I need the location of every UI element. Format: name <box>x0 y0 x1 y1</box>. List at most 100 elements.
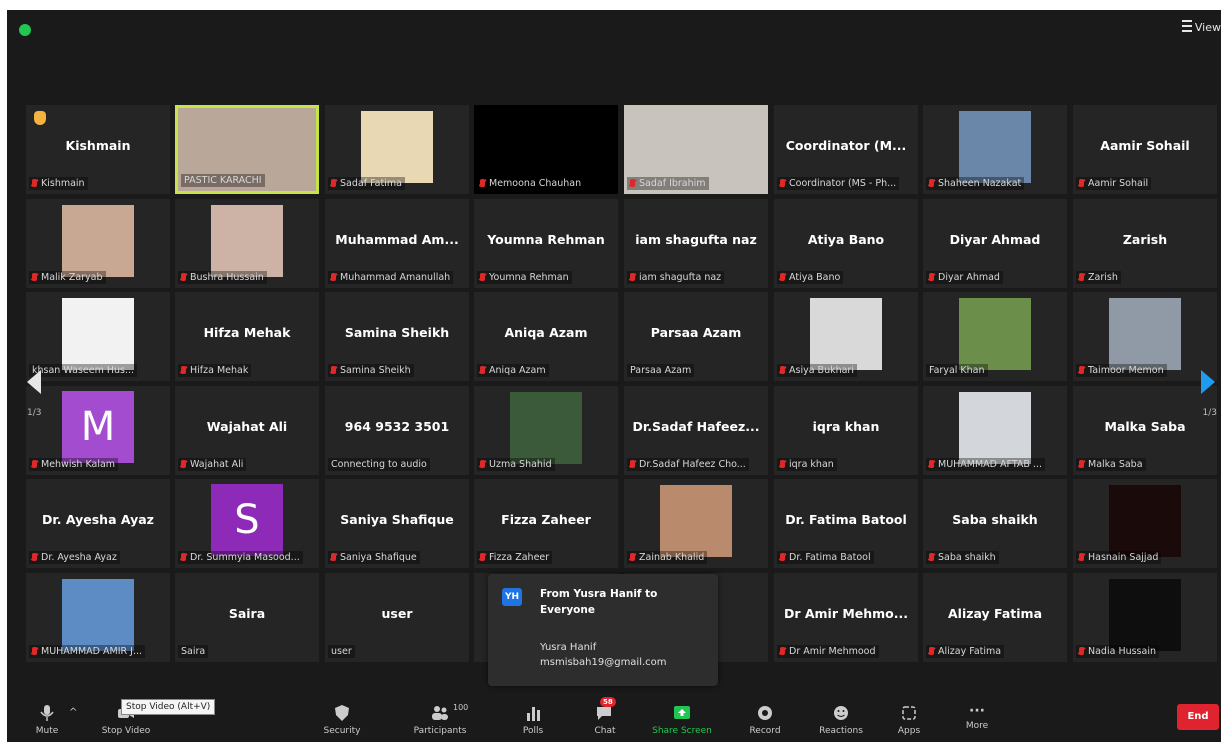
participant-tile[interactable]: Nadia Hussain <box>1073 573 1217 662</box>
participant-name-label: Saira <box>178 645 209 658</box>
participants-button[interactable]: 100 Participants <box>405 699 475 742</box>
more-dots-icon: ··· <box>969 703 985 719</box>
participant-tile[interactable]: 964 9532 3501 Connecting to audio <box>325 386 469 475</box>
participant-tile[interactable]: Diyar Ahmad Diyar Ahmad <box>923 199 1067 288</box>
shield-icon <box>335 705 349 721</box>
participant-name-text: Parsaa Azam <box>630 365 692 376</box>
view-button[interactable]: View <box>1181 20 1221 34</box>
muted-mic-icon <box>181 366 186 374</box>
participant-name-text: Dr Amir Mehmood <box>789 646 876 657</box>
participant-tile[interactable]: Saira Saira <box>175 573 319 662</box>
participant-tile[interactable]: iam shagufta naz iam shagufta naz <box>624 199 768 288</box>
sender-avatar: YH <box>502 588 522 606</box>
participant-tile[interactable]: Dr. Ayesha Ayaz Dr. Ayesha Ayaz <box>26 479 170 568</box>
apps-button[interactable]: Apps <box>891 699 927 742</box>
mute-button[interactable]: Mute <box>27 699 67 742</box>
participant-name-text: Aniqa Azam <box>489 365 546 376</box>
participant-tile[interactable]: khsan Waseem Hus... <box>26 292 170 381</box>
participant-tile[interactable]: Saniya Shafique Saniya Shafique <box>325 479 469 568</box>
share-screen-button[interactable]: Share Screen <box>647 699 717 742</box>
participant-name-text: PASTIC KARACHI <box>184 175 262 186</box>
mute-options-caret-icon[interactable]: ^ <box>69 707 77 718</box>
muted-mic-icon <box>780 366 785 374</box>
participant-tile[interactable]: Aniqa Azam Aniqa Azam <box>474 292 618 381</box>
participant-display-name: Aniqa Azam <box>504 325 588 340</box>
more-button[interactable]: ··· More <box>959 699 995 742</box>
participant-display-name: Youmna Rehman <box>487 232 605 247</box>
encryption-shield-icon[interactable] <box>19 24 31 36</box>
participant-name-text: Hasnain Sajjad <box>1088 552 1159 563</box>
participant-name-label: Coordinator (MS - Ph... <box>777 177 900 190</box>
muted-mic-icon <box>181 553 186 561</box>
participant-tile[interactable]: Zarish Zarish <box>1073 199 1217 288</box>
security-button[interactable]: Security <box>317 699 367 742</box>
participant-name-text: Sadaf Ibrahim <box>639 178 706 189</box>
participant-tile[interactable]: Sadaf Ibrahim <box>624 105 768 194</box>
participant-tile[interactable]: Shaheen Nazakat <box>923 105 1067 194</box>
participant-tile[interactable]: M Mehwish Kalam <box>26 386 170 475</box>
participant-tile[interactable]: Hasnain Sajjad <box>1073 479 1217 568</box>
next-page-arrow-icon[interactable] <box>1201 370 1215 394</box>
participant-tile[interactable]: Uzma Shahid <box>474 386 618 475</box>
participant-photo <box>810 298 882 370</box>
participant-tile[interactable]: Dr Amir Mehmo... Dr Amir Mehmood <box>774 573 918 662</box>
participant-tile[interactable]: Dr. Fatima Batool Dr. Fatima Batool <box>774 479 918 568</box>
participant-name-text: Asiya Bukhari <box>789 365 854 376</box>
participant-tile[interactable]: PASTIC KARACHI <box>175 105 319 194</box>
participant-tile[interactable]: Samina Sheikh Samina Sheikh <box>325 292 469 381</box>
participant-name-text: Diyar Ahmad <box>938 272 1000 283</box>
participant-tile[interactable]: MUHAMMAD AFTAB ... <box>923 386 1067 475</box>
participant-name-label: Wajahat Ali <box>178 458 247 471</box>
participant-name-text: Faryal Khan <box>929 365 985 376</box>
participant-name-text: Malik Zaryab <box>41 272 103 283</box>
participant-tile[interactable]: Youmna Rehman Youmna Rehman <box>474 199 618 288</box>
participant-name-label: Malka Saba <box>1076 458 1146 471</box>
participant-tile[interactable]: Coordinator (M... Coordinator (MS - Ph... <box>774 105 918 194</box>
participant-tile[interactable]: Malik Zaryab <box>26 199 170 288</box>
participant-name-text: Memoona Chauhan <box>489 178 582 189</box>
participant-tile[interactable]: Kishmain Kishmain <box>26 105 170 194</box>
chat-notification-popup[interactable]: YH From Yusra Hanif to Everyone Yusra Ha… <box>488 574 718 686</box>
muted-mic-icon <box>929 647 934 655</box>
prev-page-arrow-icon[interactable] <box>27 370 41 394</box>
participant-tile[interactable]: user user <box>325 573 469 662</box>
muted-mic-icon <box>331 553 336 561</box>
participant-name-label: Zainab Khalid <box>627 551 708 564</box>
muted-mic-icon <box>1079 366 1084 374</box>
participant-tile[interactable]: Hifza Mehak Hifza Mehak <box>175 292 319 381</box>
participant-tile[interactable]: Memoona Chauhan <box>474 105 618 194</box>
participant-photo <box>62 579 134 651</box>
participant-tile[interactable]: iqra khan iqra khan <box>774 386 918 475</box>
participant-tile[interactable]: Zainab Khalid <box>624 479 768 568</box>
chat-button[interactable]: 58 Chat <box>587 697 623 742</box>
participant-tile[interactable]: Sadaf Fatima <box>325 105 469 194</box>
participant-tile[interactable]: Wajahat Ali Wajahat Ali <box>175 386 319 475</box>
participant-tile[interactable]: Aamir Sohail Aamir Sohail <box>1073 105 1217 194</box>
participant-display-name: Saba shaikh <box>952 512 1038 527</box>
participant-tile[interactable]: Fizza Zaheer Fizza Zaheer <box>474 479 618 568</box>
participant-tile[interactable]: MUHAMMAD AMIR J... <box>26 573 170 662</box>
participant-name-text: MUHAMMAD AFTAB ... <box>938 459 1042 470</box>
participant-tile[interactable]: S Dr. Summyia Masood... <box>175 479 319 568</box>
participant-tile[interactable]: Parsaa Azam Parsaa Azam <box>624 292 768 381</box>
participant-tile[interactable]: Bushra Hussain <box>175 199 319 288</box>
participant-tile[interactable]: Atiya Bano Atiya Bano <box>774 199 918 288</box>
participant-name-text: Zarish <box>1088 272 1118 283</box>
participant-name-text: khsan Waseem Hus... <box>32 365 135 376</box>
participant-tile[interactable]: Alizay Fatima Alizay Fatima <box>923 573 1067 662</box>
participant-name-text: Kishmain <box>41 178 85 189</box>
participant-tile[interactable]: Taimoor Memon <box>1073 292 1217 381</box>
participant-name-label: Shaheen Nazakat <box>926 177 1025 190</box>
participant-display-name: Kishmain <box>65 138 131 153</box>
reactions-button[interactable]: Reactions <box>813 699 869 742</box>
participant-tile[interactable]: Faryal Khan <box>923 292 1067 381</box>
participant-tile[interactable]: Malka Saba Malka Saba <box>1073 386 1217 475</box>
participant-photo <box>62 205 134 277</box>
participant-tile[interactable]: Asiya Bukhari <box>774 292 918 381</box>
polls-button[interactable]: Polls <box>515 699 551 742</box>
end-meeting-button[interactable]: End <box>1177 704 1219 730</box>
participant-tile[interactable]: Dr.Sadaf Hafeez... Dr.Sadaf Hafeez Cho... <box>624 386 768 475</box>
participant-tile[interactable]: Muhammad Am... Muhammad Amanullah <box>325 199 469 288</box>
participant-tile[interactable]: Saba shaikh Saba shaikh <box>923 479 1067 568</box>
record-button[interactable]: Record <box>743 699 787 742</box>
